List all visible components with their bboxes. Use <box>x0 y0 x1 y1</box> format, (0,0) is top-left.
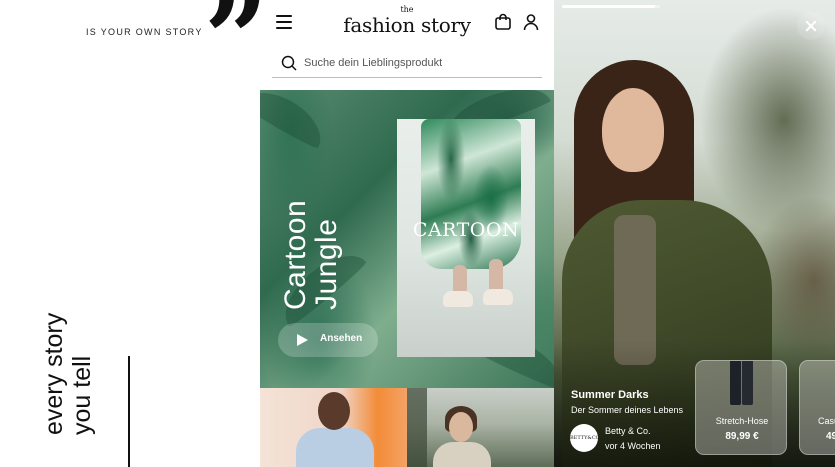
person-image <box>449 412 473 442</box>
shoe-image <box>443 291 473 307</box>
person-image <box>296 428 374 467</box>
story-tile-1[interactable] <box>260 388 407 467</box>
product-card[interactable]: Casu 49 <box>799 360 835 455</box>
model-image <box>602 88 664 172</box>
promo-divider <box>128 356 130 467</box>
feature-title-wrap: Cartoon Jungle <box>279 170 350 310</box>
feature-title: Cartoon Jungle <box>279 199 343 310</box>
shopping-bag-icon[interactable] <box>494 13 512 31</box>
watch-button-label: Ansehen <box>320 333 363 344</box>
close-icon[interactable] <box>797 12 825 40</box>
story-timestamp: vor 4 Wochen <box>605 441 661 451</box>
dress-image <box>421 119 521 269</box>
story-tile-2[interactable] <box>407 388 554 467</box>
product-name: Stretch-Hose <box>715 416 769 426</box>
logo-main-text: fashion story <box>343 13 471 37</box>
story-progress-bar <box>562 5 660 8</box>
product-price: 89,99 € <box>725 431 759 442</box>
shoe-image <box>483 289 513 305</box>
cartoon-brand-logo: CARTOON <box>412 219 520 241</box>
leaf-decoration <box>260 90 332 151</box>
search-input[interactable] <box>304 53 534 73</box>
product-price: 49 <box>826 431 835 442</box>
story-title: Summer Darks <box>571 389 649 401</box>
promo-column: IS YOUR OWN STORY ” every story you tell <box>0 0 269 467</box>
search-bar <box>272 48 542 78</box>
site-logo[interactable]: the fashion story <box>340 6 474 37</box>
feature-tile-cartoon-jungle[interactable]: CARTOON Cartoon Jungle Ansehen <box>260 90 554 388</box>
product-card[interactable]: Stretch-Hose 89,99 € <box>695 360 787 455</box>
watch-button[interactable]: Ansehen <box>278 323 378 357</box>
story-progress-fill <box>562 5 656 8</box>
trousers-image <box>730 361 754 405</box>
play-icon <box>297 334 308 346</box>
promo-vertical-text: every story you tell <box>40 312 96 435</box>
brand-avatar[interactable]: BETTY&CO <box>570 424 600 452</box>
brand-name[interactable]: Betty & Co. <box>605 426 651 436</box>
feature-product-photo: CARTOON <box>397 119 535 357</box>
product-name: Casu <box>818 416 835 426</box>
story-viewer[interactable]: Summer Darks Der Sommer deines Lebens BE… <box>554 0 835 467</box>
hamburger-menu-icon[interactable] <box>276 15 292 29</box>
site-header: the fashion story <box>260 0 554 90</box>
tree-image <box>407 388 427 467</box>
user-account-icon[interactable] <box>522 13 540 31</box>
promo-vertical-wrap: every story you tell <box>40 270 110 440</box>
story-subtitle: Der Sommer deines Lebens <box>571 405 684 415</box>
quote-mark: ” <box>204 0 269 105</box>
promo-tagline: IS YOUR OWN STORY <box>86 27 203 37</box>
search-icon[interactable] <box>280 54 298 72</box>
person-image <box>318 392 350 430</box>
person-image <box>433 442 491 467</box>
